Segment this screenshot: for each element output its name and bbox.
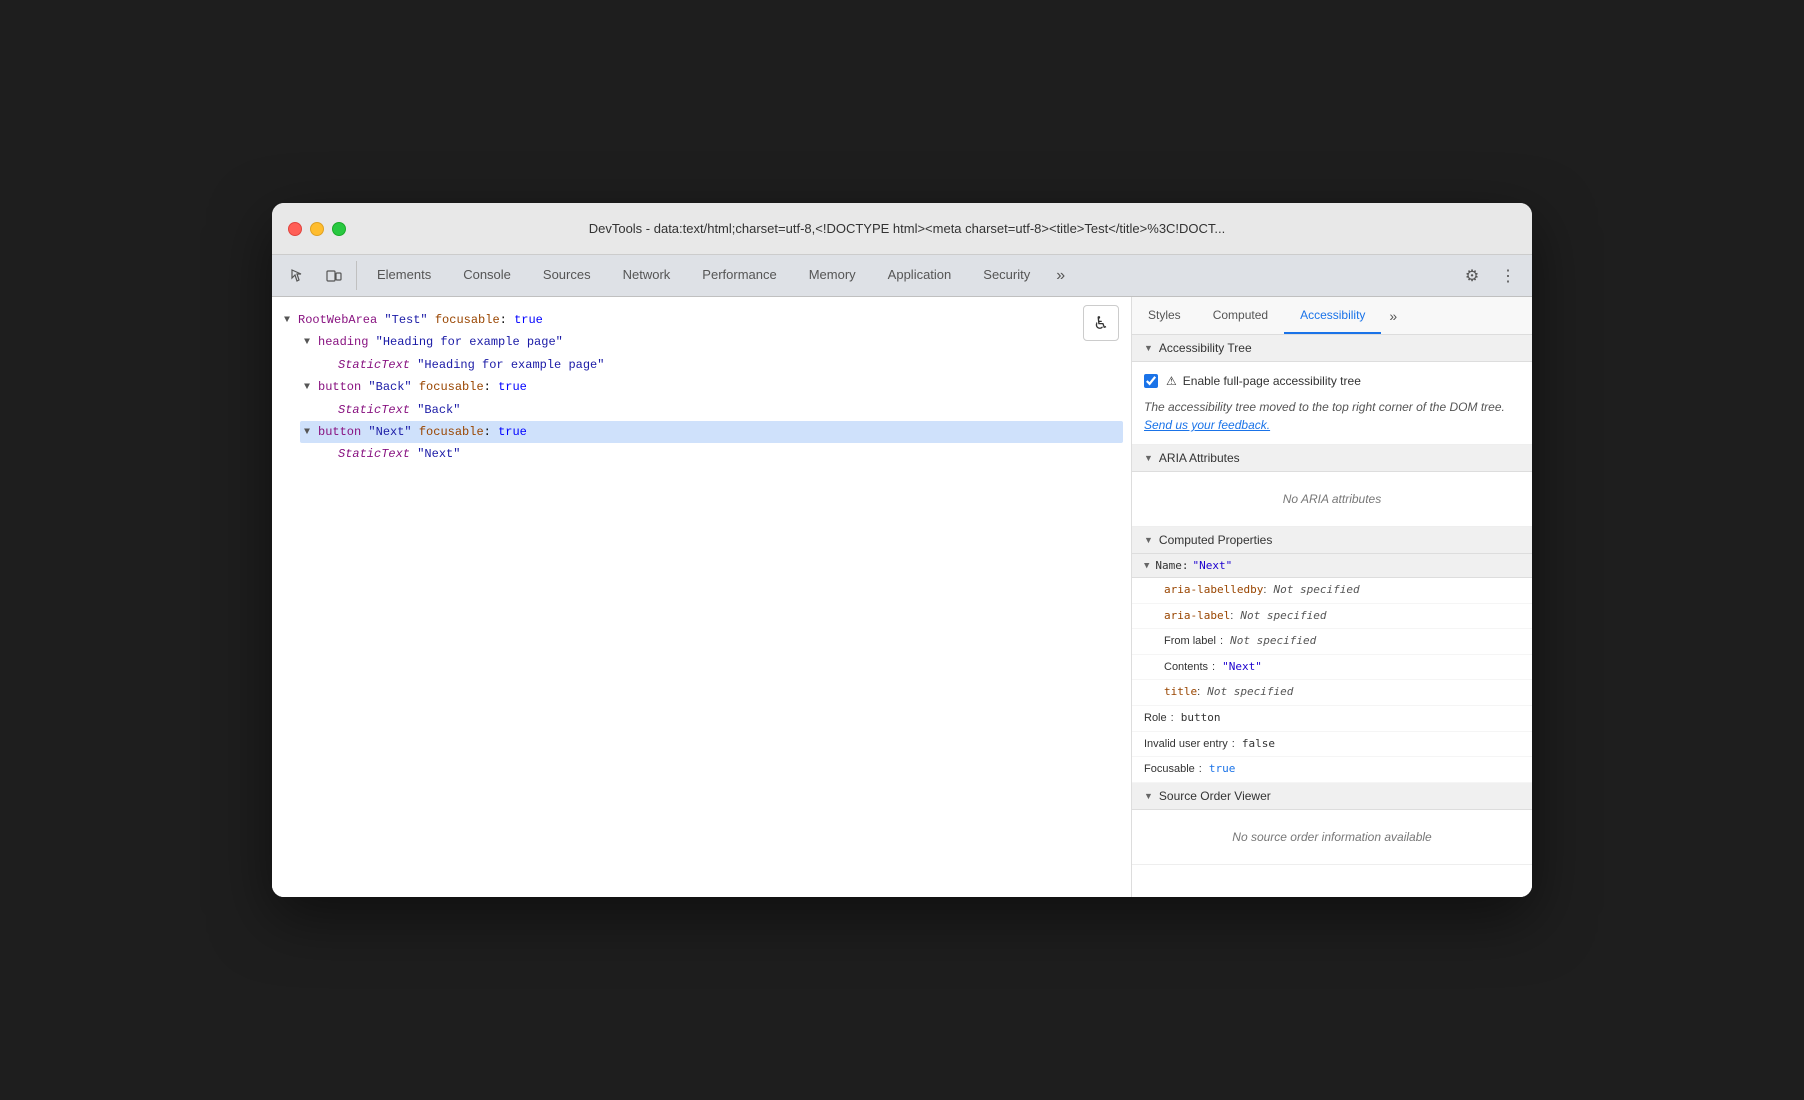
dom-panel: RootWebArea "Test" focusable : true head… (272, 297, 1132, 897)
aria-attributes-arrow-icon: ▼ (1144, 453, 1153, 463)
traffic-lights (288, 222, 346, 236)
dom-arrow-root[interactable] (284, 312, 298, 329)
prop-row-aria-label: aria-label : Not specified (1132, 604, 1532, 630)
tab-elements[interactable]: Elements (361, 255, 447, 296)
feedback-link[interactable]: Send us your feedback. (1144, 418, 1270, 432)
element-picker-icon[interactable] (280, 255, 316, 296)
dom-row-statictext-heading[interactable]: StaticText "Heading for example page" (320, 354, 1123, 376)
accessibility-tree-info: The accessibility tree moved to the top … (1144, 392, 1520, 436)
computed-properties-section-header[interactable]: ▼ Computed Properties (1132, 527, 1532, 554)
maximize-button[interactable] (332, 222, 346, 236)
source-order-viewer-section-header[interactable]: ▼ Source Order Viewer (1132, 783, 1532, 810)
tabs-actions: ⚙ ⋮ (1456, 255, 1532, 296)
warn-icon: ⚠ (1166, 374, 1177, 388)
accessibility-tree-checkbox[interactable] (1144, 374, 1158, 388)
prop-row-title: title : Not specified (1132, 680, 1532, 706)
dom-row-button-next[interactable]: button "Next" focusable : true (300, 421, 1123, 443)
tab-console[interactable]: Console (447, 255, 527, 296)
close-button[interactable] (288, 222, 302, 236)
right-panel: Styles Computed Accessibility » ▼ Access… (1132, 297, 1532, 897)
accessibility-tree-section-content: ⚠ Enable full-page accessibility tree Th… (1132, 362, 1532, 445)
dom-row-heading[interactable]: heading "Heading for example page" (300, 331, 1123, 353)
accessibility-tree-button[interactable]: ♿ (1083, 305, 1119, 341)
aria-attributes-section-header[interactable]: ▼ ARIA Attributes (1132, 445, 1532, 472)
dom-arrow-button-next[interactable] (304, 424, 318, 441)
tab-computed[interactable]: Computed (1197, 297, 1284, 334)
prop-row-invalid-user-entry: Invalid user entry : false (1132, 732, 1532, 758)
tab-security[interactable]: Security (967, 255, 1046, 296)
window-title: DevTools - data:text/html;charset=utf-8,… (358, 221, 1456, 236)
tab-application[interactable]: Application (872, 255, 968, 296)
enable-accessibility-tree-row: ⚠ Enable full-page accessibility tree (1144, 370, 1520, 392)
prop-row-role: Role : button (1132, 706, 1532, 732)
dom-row-statictext-next[interactable]: StaticText "Next" (320, 443, 1123, 465)
accessibility-icon: ♿ (1095, 310, 1107, 336)
settings-button[interactable]: ⚙ (1456, 260, 1488, 292)
more-tabs-button[interactable]: » (1046, 255, 1075, 296)
device-toggle-icon[interactable] (316, 255, 352, 296)
right-tab-bar: Styles Computed Accessibility » (1132, 297, 1532, 335)
title-bar: DevTools - data:text/html;charset=utf-8,… (272, 203, 1532, 255)
prop-row-contents: Contents : "Next" (1132, 655, 1532, 681)
tab-memory[interactable]: Memory (793, 255, 872, 296)
accessibility-tree-section-header[interactable]: ▼ Accessibility Tree (1132, 335, 1532, 362)
right-content: ▼ Accessibility Tree ⚠ Enable full-page … (1132, 335, 1532, 897)
tab-performance[interactable]: Performance (686, 255, 792, 296)
right-more-tabs-button[interactable]: » (1381, 297, 1405, 334)
accessibility-tree-arrow-icon: ▼ (1144, 343, 1153, 353)
accessibility-tree-label: ⚠ Enable full-page accessibility tree (1166, 374, 1361, 388)
tab-sources[interactable]: Sources (527, 255, 607, 296)
dom-row-button-back[interactable]: button "Back" focusable : true (300, 376, 1123, 398)
dom-arrow-button-back[interactable] (304, 379, 318, 396)
computed-name-row[interactable]: ▼ Name: "Next" (1132, 554, 1532, 578)
tab-separator (356, 261, 357, 290)
tab-styles[interactable]: Styles (1132, 297, 1197, 334)
more-options-button[interactable]: ⋮ (1492, 260, 1524, 292)
minimize-button[interactable] (310, 222, 324, 236)
prop-row-aria-labelledby: aria-labelledby : Not specified (1132, 578, 1532, 604)
dom-row-root[interactable]: RootWebArea "Test" focusable : true (280, 309, 1123, 331)
tab-network[interactable]: Network (607, 255, 687, 296)
dom-row-statictext-back[interactable]: StaticText "Back" (320, 399, 1123, 421)
prop-row-from-label: From label : Not specified (1132, 629, 1532, 655)
source-order-viewer-content: No source order information available (1132, 810, 1532, 865)
devtools-window: DevTools - data:text/html;charset=utf-8,… (272, 203, 1532, 897)
dom-arrow-heading[interactable] (304, 334, 318, 351)
source-order-arrow-icon: ▼ (1144, 791, 1153, 801)
computed-name-arrow-icon: ▼ (1144, 561, 1149, 571)
main-content: RootWebArea "Test" focusable : true head… (272, 297, 1532, 897)
source-order-empty-state: No source order information available (1144, 818, 1520, 856)
aria-empty-state: No ARIA attributes (1144, 480, 1520, 518)
prop-row-focusable: Focusable : true (1132, 757, 1532, 783)
dom-tree: RootWebArea "Test" focusable : true head… (272, 305, 1131, 470)
computed-properties-arrow-icon: ▼ (1144, 535, 1153, 545)
tab-accessibility[interactable]: Accessibility (1284, 297, 1381, 334)
devtools-tab-bar: Elements Console Sources Network Perform… (272, 255, 1532, 297)
aria-attributes-section-content: No ARIA attributes (1132, 472, 1532, 527)
